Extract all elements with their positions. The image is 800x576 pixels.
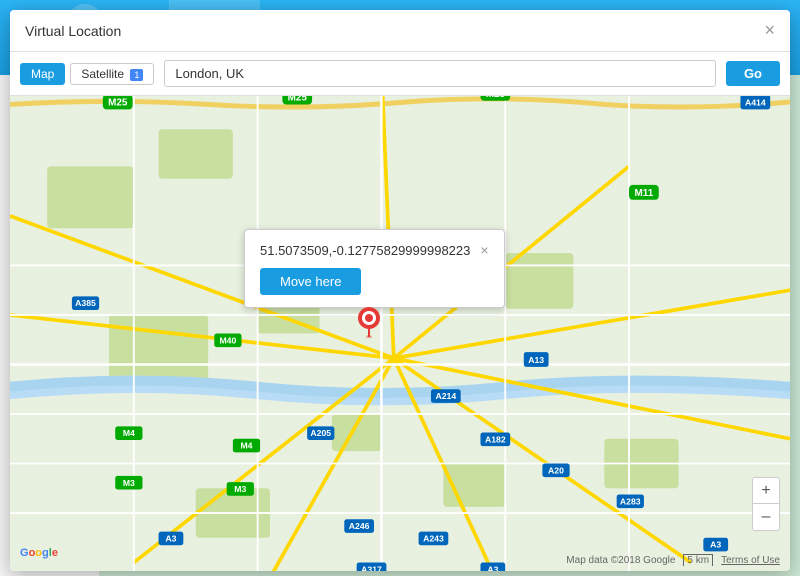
- dialog-title: Virtual Location: [25, 23, 121, 39]
- virtual-location-dialog: Virtual Location × Map Satellite 1 Go: [10, 10, 790, 571]
- location-search-input[interactable]: [164, 60, 716, 87]
- map-controls: Map Satellite 1 Go: [10, 52, 790, 96]
- map-type-map-btn[interactable]: Map: [20, 63, 65, 85]
- move-here-button[interactable]: Move here: [260, 268, 361, 295]
- map-type-satellite-btn[interactable]: Satellite 1: [70, 63, 154, 85]
- svg-text:Google: Google: [20, 547, 58, 559]
- svg-text:M11: M11: [635, 188, 654, 199]
- svg-text:A182: A182: [485, 434, 506, 444]
- svg-text:M3: M3: [234, 484, 246, 494]
- svg-text:M4: M4: [123, 428, 135, 438]
- svg-text:A214: A214: [435, 391, 456, 401]
- coord-close-icon[interactable]: ×: [480, 242, 488, 258]
- svg-text:A13: A13: [528, 355, 544, 365]
- terms-of-use-link[interactable]: Terms of Use: [721, 555, 780, 566]
- svg-text:A205: A205: [310, 428, 331, 438]
- svg-text:M4: M4: [240, 441, 252, 451]
- svg-text:A385: A385: [75, 298, 96, 308]
- svg-text:A3: A3: [710, 540, 721, 550]
- go-button[interactable]: Go: [726, 61, 780, 86]
- coord-popup-header: 51.5073509,-0.12775829999998223 ×: [260, 242, 489, 258]
- map-background: M25 M25 M25 A414 M11 A13 A385 M40 M4: [10, 96, 790, 571]
- satellite-badge: 1: [130, 69, 143, 81]
- svg-text:M25: M25: [486, 96, 506, 100]
- svg-text:A3: A3: [487, 564, 498, 571]
- svg-text:A20: A20: [548, 465, 564, 475]
- svg-text:M40: M40: [219, 335, 236, 345]
- svg-text:A414: A414: [745, 98, 766, 108]
- svg-text:M25: M25: [108, 98, 128, 109]
- scale-bar: 5 km: [683, 554, 713, 566]
- map-attribution: Map data ©2018 Google: [566, 555, 675, 566]
- google-logo: Google: [20, 543, 75, 566]
- svg-text:M25: M25: [288, 96, 308, 104]
- svg-text:M3: M3: [123, 478, 135, 488]
- coordinate-text: 51.5073509,-0.12775829999998223: [260, 243, 470, 258]
- zoom-in-button[interactable]: +: [753, 478, 779, 504]
- zoom-out-button[interactable]: –: [753, 504, 779, 530]
- map-footer: Map data ©2018 Google 5 km Terms of Use: [566, 554, 780, 566]
- coordinate-popup: 51.5073509,-0.12775829999998223 × Move h…: [244, 229, 505, 308]
- location-pin: [357, 306, 381, 343]
- svg-text:A3: A3: [165, 534, 176, 544]
- dialog-close-icon[interactable]: ×: [764, 20, 775, 41]
- svg-text:A246: A246: [349, 521, 370, 531]
- svg-text:A283 A127: A283 A127 A13 A12 A12 A127 London Watfor…: [620, 496, 641, 506]
- map-area[interactable]: M25 M25 M25 A414 M11 A13 A385 M40 M4: [10, 96, 790, 571]
- svg-text:A317: A317: [361, 564, 382, 571]
- dialog-header: Virtual Location ×: [10, 10, 790, 52]
- zoom-controls: + –: [752, 477, 780, 531]
- svg-text:A243: A243: [423, 534, 444, 544]
